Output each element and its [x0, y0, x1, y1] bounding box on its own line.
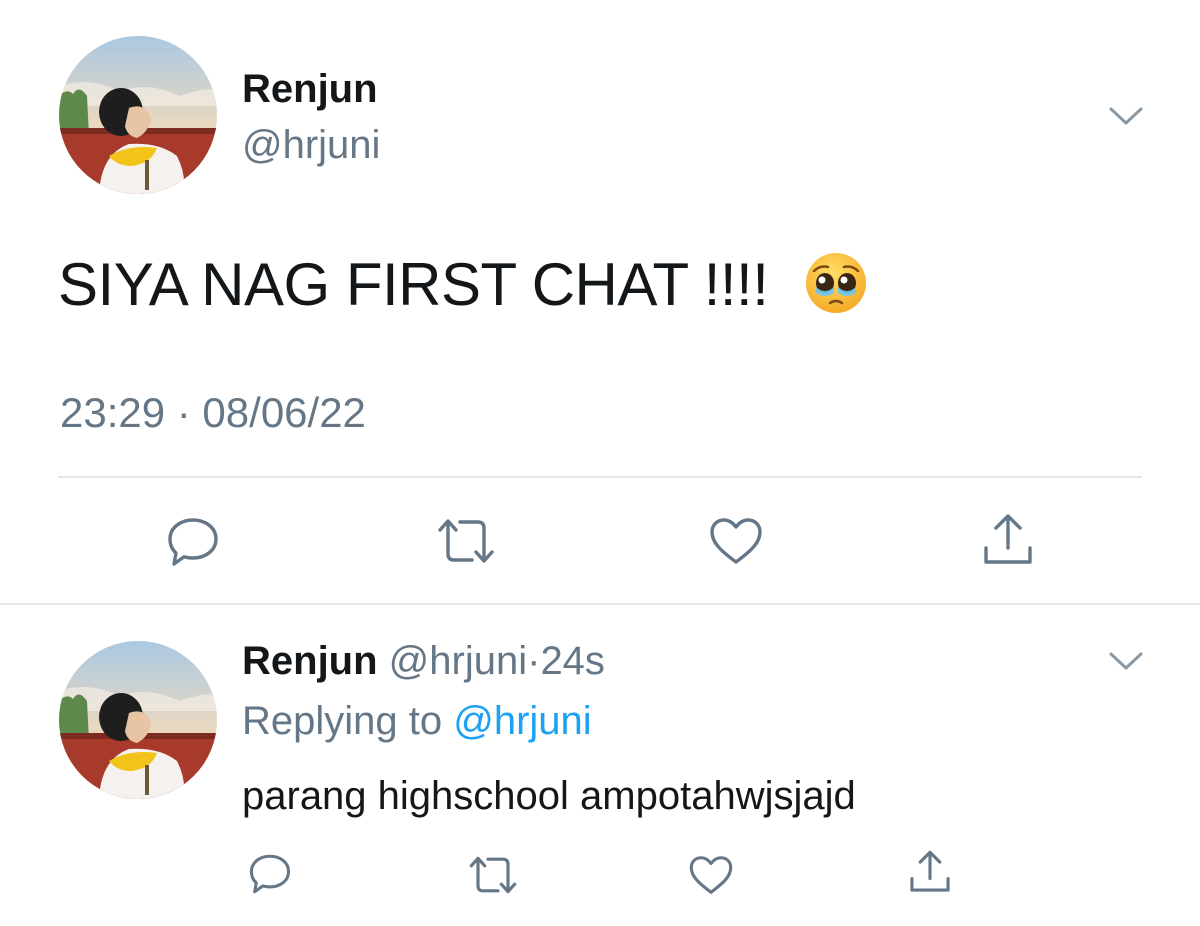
avatar[interactable] [59, 641, 217, 799]
chevron-down-icon[interactable] [1108, 104, 1144, 128]
replying-prefix: Replying to [242, 699, 443, 743]
display-name[interactable]: Renjun [242, 66, 378, 112]
user-handle[interactable]: @hrjuni [242, 122, 380, 168]
reply-icon[interactable] [166, 516, 220, 568]
share-icon[interactable] [980, 512, 1036, 568]
retweet-icon[interactable] [468, 854, 518, 896]
tweet-text: parang highschool ampotahwjsjajd [242, 774, 856, 818]
separator-dot: · [527, 639, 541, 683]
tweet-timestamp[interactable]: 23:29 · 08/06/22 [60, 388, 366, 438]
retweet-icon[interactable] [436, 516, 496, 566]
mention-link[interactable]: @hrjuni [453, 699, 591, 743]
tweet-time[interactable]: 24s [540, 639, 605, 683]
reply-icon[interactable] [248, 853, 292, 895]
like-icon[interactable] [688, 854, 734, 896]
user-handle[interactable]: @hrjuni [389, 639, 527, 683]
divider [0, 603, 1200, 605]
tweet-text: SIYA NAG FIRST CHAT !!!! [58, 251, 769, 318]
share-icon[interactable] [907, 849, 953, 895]
divider [58, 476, 1142, 478]
tweet-thread: Renjun @hrjuni SIYA NAG FIRST CHAT !!!! [0, 0, 1200, 926]
like-icon[interactable] [708, 516, 764, 566]
avatar[interactable] [59, 36, 217, 194]
replying-to: Replying to @hrjuni [242, 698, 592, 744]
chevron-down-icon[interactable] [1108, 649, 1144, 673]
pleading-face-emoji [804, 251, 868, 320]
display-name[interactable]: Renjun [242, 639, 378, 683]
reply-header: Renjun @hrjuni·24s [242, 638, 605, 684]
